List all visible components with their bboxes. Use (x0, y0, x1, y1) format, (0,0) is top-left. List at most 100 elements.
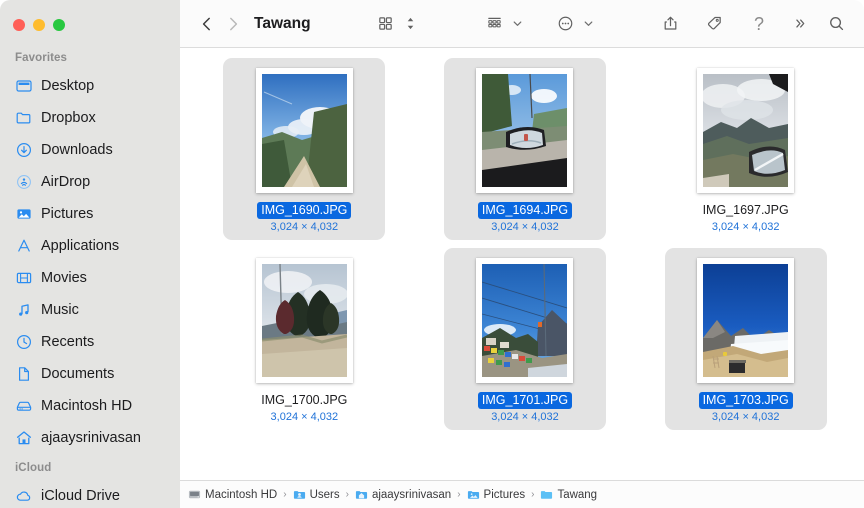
group-by-button[interactable] (480, 9, 510, 39)
folder-icon (540, 488, 553, 501)
chevron-down-icon[interactable] (582, 18, 596, 29)
pictures-icon (15, 206, 32, 223)
sidebar-item-icloud-drive[interactable]: iCloud Drive (0, 480, 180, 508)
file-name[interactable]: IMG_1700.JPG (257, 392, 351, 409)
thumbnail-frame (476, 68, 574, 193)
file-item[interactable]: IMG_1697.JPG 3,024 × 4,032 (665, 58, 827, 240)
sidebar-item-pictures[interactable]: Pictures (0, 198, 180, 230)
sidebar-item-label: Recents (41, 334, 95, 350)
file-grid-area[interactable]: IMG_1690.JPG 3,024 × 4,032 IMG_1694.JPG … (180, 48, 864, 480)
maximize-button[interactable] (53, 19, 65, 31)
minimize-button[interactable] (33, 19, 45, 31)
file-size: 3,024 × 4,032 (270, 221, 339, 233)
view-controls (371, 9, 420, 39)
more-actions-button[interactable] (551, 9, 581, 39)
sidebar-item-airdrop[interactable]: AirDrop (0, 166, 180, 198)
file-cell: IMG_1697.JPG 3,024 × 4,032 (635, 58, 856, 240)
breadcrumb-separator: › (283, 489, 287, 500)
close-button[interactable] (13, 19, 25, 31)
sidebar-item-desktop[interactable]: Desktop (0, 70, 180, 102)
file-name[interactable]: IMG_1701.JPG (477, 392, 573, 409)
sidebar-item-macintosh-hd[interactable]: Macintosh HD (0, 390, 180, 422)
file-name[interactable]: IMG_1694.JPG (477, 202, 573, 219)
view-icon-grid-button[interactable] (371, 9, 401, 39)
file-name[interactable]: IMG_1697.JPG (699, 202, 793, 219)
back-button[interactable] (194, 9, 220, 39)
hard-drive-small-icon (188, 488, 201, 501)
sidebar-item-home[interactable]: ajaaysrinivasan (0, 422, 180, 454)
group-by-controls (480, 9, 525, 39)
main-area: Tawang ? IMG_1690.JPG 3,024 × 4,032 IMG_… (180, 0, 864, 508)
file-cell: IMG_1701.JPG 3,024 × 4,032 (415, 248, 636, 430)
search-button[interactable] (822, 9, 852, 39)
thumbnail-frame (476, 258, 574, 383)
overflow-button[interactable] (786, 9, 816, 39)
file-item[interactable]: IMG_1694.JPG 3,024 × 4,032 (443, 58, 606, 240)
breadcrumb-label: Pictures (483, 488, 526, 501)
tags-button[interactable] (700, 9, 730, 39)
sidebar-item-label: Dropbox (41, 110, 96, 126)
sidebar-section-favorites-title: Favorites (15, 52, 68, 64)
sidebar-item-label: iCloud Drive (41, 488, 120, 504)
sidebar-item-documents[interactable]: Documents (0, 358, 180, 390)
thumbnail-road-blue-sky (261, 74, 347, 187)
folder-home-icon (355, 488, 368, 501)
sidebar-section-icloud-title: iCloud (15, 462, 52, 474)
sidebar-item-dropbox[interactable]: Dropbox (0, 102, 180, 134)
thumbnail-car-mirror-road (482, 74, 568, 187)
sidebar-item-music[interactable]: Music (0, 294, 180, 326)
sidebar-item-recents[interactable]: Recents (0, 326, 180, 358)
file-name[interactable]: IMG_1690.JPG (257, 202, 352, 219)
file-cell: IMG_1700.JPG 3,024 × 4,032 (194, 248, 415, 430)
share-button[interactable] (656, 9, 686, 39)
sidebar-item-movies[interactable]: Movies (0, 262, 180, 294)
sidebar-item-applications[interactable]: Applications (0, 230, 180, 262)
sidebar-item-label: Macintosh HD (41, 398, 133, 414)
airdrop-icon (15, 174, 32, 191)
thumbnail-frame (697, 68, 795, 193)
sidebar-item-label: AirDrop (41, 174, 91, 190)
chevron-down-icon[interactable] (511, 18, 525, 29)
forward-button[interactable] (220, 9, 246, 39)
home-icon (15, 430, 32, 447)
file-size: 3,024 × 4,032 (711, 411, 780, 423)
breadcrumb-separator: › (345, 489, 349, 500)
folder-users-icon (293, 488, 306, 501)
sidebar-item-label: Music (41, 302, 79, 318)
sidebar-item-label: ajaaysrinivasan (41, 430, 141, 446)
thumbnail-deep-blue-sky-snow (703, 264, 789, 377)
breadcrumb-tawang[interactable]: Tawang (538, 488, 599, 501)
question-mark-icon: ? (753, 13, 764, 34)
sidebar-item-label: Downloads (41, 142, 113, 158)
sidebar-item-label: Desktop (41, 78, 95, 94)
help-button[interactable]: ? (744, 9, 774, 39)
window-controls (0, 0, 180, 50)
file-cell: IMG_1694.JPG 3,024 × 4,032 (415, 58, 636, 240)
file-name[interactable]: IMG_1703.JPG (698, 392, 793, 409)
breadcrumb-label: Users (309, 488, 340, 501)
breadcrumb-user-home[interactable]: ajaaysrinivasan (353, 488, 453, 501)
document-icon (15, 366, 32, 383)
thumbnail-pine-trees-dirt (261, 264, 347, 377)
movies-icon (15, 270, 32, 287)
sidebar-item-downloads[interactable]: Downloads (0, 134, 180, 166)
music-note-icon (15, 302, 32, 319)
folder-pictures-icon (467, 488, 480, 501)
breadcrumb-users[interactable]: Users (291, 488, 342, 501)
sidebar-item-label: Pictures (41, 206, 94, 222)
file-item[interactable]: IMG_1700.JPG 3,024 × 4,032 (223, 248, 385, 430)
thumbnail-prayer-flags-valley (482, 264, 568, 377)
breadcrumb-pictures[interactable]: Pictures (465, 488, 528, 501)
sidebar-item-label: Documents (41, 366, 115, 382)
file-item[interactable]: IMG_1701.JPG 3,024 × 4,032 (443, 248, 606, 430)
file-item[interactable]: IMG_1690.JPG 3,024 × 4,032 (223, 58, 386, 240)
file-item[interactable]: IMG_1703.JPG 3,024 × 4,032 (664, 248, 827, 430)
breadcrumb-macintosh-hd[interactable]: Macintosh HD (186, 488, 279, 501)
file-size: 3,024 × 4,032 (270, 411, 339, 423)
thumbnail-frame (697, 258, 795, 383)
path-bar: Macintosh HD › Users › ajaaysrinivasan › (180, 480, 864, 508)
sort-stepper-button[interactable] (402, 9, 420, 39)
desktop-icon (15, 78, 32, 95)
file-size: 3,024 × 4,032 (711, 221, 780, 233)
file-grid: IMG_1690.JPG 3,024 × 4,032 IMG_1694.JPG … (180, 54, 864, 430)
